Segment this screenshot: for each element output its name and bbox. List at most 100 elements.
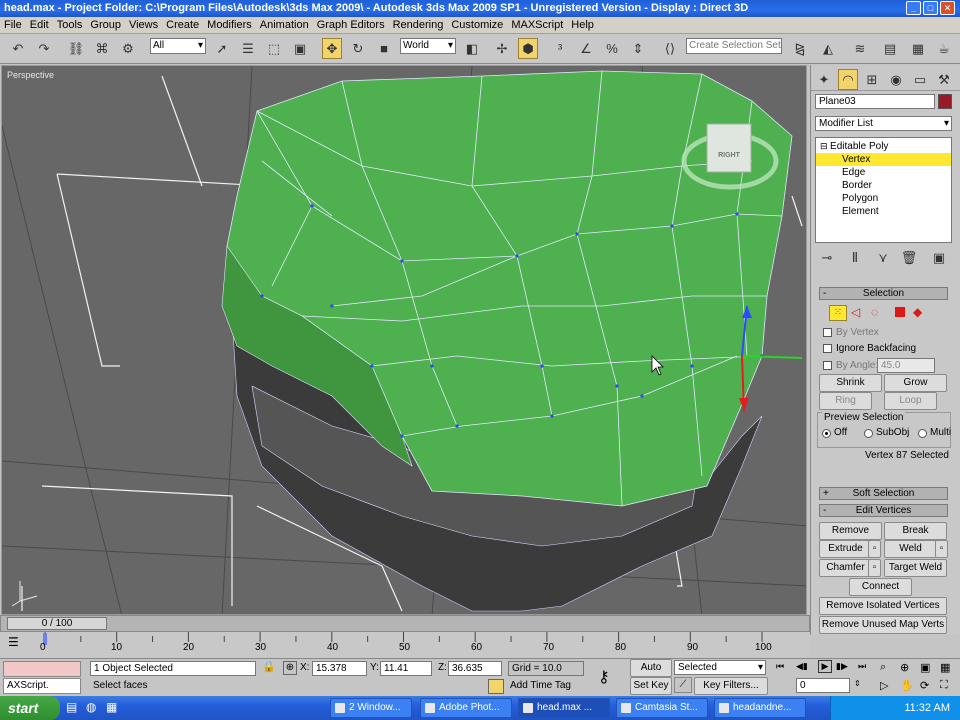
- utilities-tab-icon[interactable]: ⚒: [934, 69, 954, 90]
- time-slider-thumb[interactable]: 0 / 100: [7, 617, 107, 630]
- start-button[interactable]: start: [0, 696, 60, 720]
- go-to-start-icon[interactable]: ⏮: [776, 661, 784, 672]
- select-and-move-icon[interactable]: ✥: [322, 38, 342, 59]
- remove-unused-map-verts-button[interactable]: Remove Unused Map Verts: [819, 616, 947, 634]
- mini-curve-editor-icon[interactable]: ☰: [8, 635, 19, 649]
- frame-spinner-icon[interactable]: ⇕: [854, 679, 861, 688]
- window-crossing-icon[interactable]: ▣: [290, 38, 310, 59]
- object-name-field[interactable]: Plane03: [815, 94, 935, 109]
- stack-item-edge[interactable]: Edge: [816, 166, 951, 179]
- chamfer-button[interactable]: Chamfer: [819, 559, 872, 577]
- menu-file[interactable]: File: [0, 19, 26, 31]
- by-angle-spinner[interactable]: 45.0: [877, 358, 935, 373]
- spinner-snap-icon[interactable]: ⇕: [628, 38, 648, 59]
- shrink-button[interactable]: Shrink: [819, 374, 882, 392]
- reference-coordinate-dropdown[interactable]: World ▾: [400, 38, 456, 54]
- menu-help[interactable]: Help: [567, 19, 598, 31]
- maxscript-listener-mini[interactable]: [3, 661, 81, 677]
- taskbar-item-photoshop[interactable]: Adobe Phot...: [420, 698, 512, 718]
- minimize-button[interactable]: _: [906, 1, 921, 15]
- grow-button[interactable]: Grow: [884, 374, 947, 392]
- selection-rollout-header[interactable]: - Selection: [819, 287, 948, 300]
- quick-launch-browser-icon[interactable]: ◍: [86, 700, 96, 714]
- element-mode-icon[interactable]: ◆: [913, 305, 922, 319]
- stack-item-vertex[interactable]: Vertex: [816, 153, 951, 166]
- maximize-button[interactable]: □: [923, 1, 938, 15]
- material-editor-icon[interactable]: ▦: [908, 38, 928, 59]
- selection-filter-dropdown[interactable]: All ▾: [150, 38, 206, 54]
- menu-views[interactable]: Views: [125, 19, 162, 31]
- hierarchy-tab-icon[interactable]: ⊞: [862, 69, 882, 90]
- perspective-viewport[interactable]: Perspective RIGHT: [1, 65, 807, 615]
- modifier-stack[interactable]: ⊟ Editable Poly Vertex Edge Border Polyg…: [815, 137, 952, 243]
- curve-editor-icon[interactable]: ▤: [880, 38, 900, 59]
- key-mode-dropdown[interactable]: Selected ▾: [674, 660, 766, 675]
- object-color-swatch[interactable]: [938, 94, 952, 109]
- border-mode-icon[interactable]: ◌: [871, 305, 878, 319]
- select-and-scale-icon[interactable]: ■: [374, 38, 394, 59]
- motion-tab-icon[interactable]: ◉: [886, 69, 906, 90]
- align-icon[interactable]: ◭: [818, 38, 838, 59]
- viewport-label[interactable]: Perspective: [7, 70, 54, 80]
- orbit-icon[interactable]: ⟳: [920, 679, 929, 692]
- menu-animation[interactable]: Animation: [256, 19, 313, 31]
- mirror-icon[interactable]: ⧎: [790, 38, 810, 59]
- soft-selection-rollout-header[interactable]: + Soft Selection: [819, 487, 948, 500]
- snaps-toggle-icon[interactable]: ³: [550, 38, 570, 59]
- track-bar[interactable]: 0 10 20 30 40 50 60 70 80 90 100: [0, 632, 810, 657]
- rectangular-selection-icon[interactable]: ⬚: [264, 38, 284, 59]
- connect-button[interactable]: Connect: [849, 578, 912, 596]
- default-in-out-tangent-icon[interactable]: ⟋: [674, 677, 692, 693]
- zoom-icon[interactable]: ⌕: [880, 661, 886, 674]
- menu-customize[interactable]: Customize: [447, 19, 507, 31]
- menu-modifiers[interactable]: Modifiers: [203, 19, 256, 31]
- render-icon[interactable]: ☕: [934, 38, 954, 59]
- pivot-center-icon[interactable]: ◧: [462, 38, 482, 59]
- current-frame-field[interactable]: 0: [796, 678, 850, 693]
- create-tab-icon[interactable]: ✦: [814, 69, 834, 90]
- menu-rendering[interactable]: Rendering: [389, 19, 448, 31]
- modifier-list-dropdown[interactable]: Modifier List ▾: [815, 116, 952, 131]
- time-slider-track[interactable]: 0 / 100: [0, 615, 810, 632]
- key-filters-button[interactable]: Key Filters...: [694, 677, 768, 695]
- polygon-mode-icon[interactable]: [895, 307, 905, 317]
- maximize-viewport-icon[interactable]: ⛶: [940, 679, 948, 692]
- quick-launch-explorer-icon[interactable]: ▦: [106, 700, 117, 714]
- target-weld-button[interactable]: Target Weld: [884, 559, 947, 577]
- redo-icon[interactable]: ↷: [34, 38, 54, 59]
- weld-button[interactable]: Weld: [884, 540, 937, 558]
- show-desktop-icon[interactable]: ▤: [66, 700, 77, 714]
- ignore-backfacing-checkbox[interactable]: [823, 344, 832, 353]
- menu-graph-editors[interactable]: Graph Editors: [313, 19, 389, 31]
- absolute-mode-icon[interactable]: ⊕: [283, 661, 297, 675]
- zoom-extents-all-icon[interactable]: ▦: [940, 661, 950, 674]
- zoom-extents-icon[interactable]: ▣: [920, 661, 930, 674]
- break-button[interactable]: Break: [884, 522, 947, 540]
- edge-mode-icon[interactable]: ◁: [851, 305, 860, 319]
- field-of-view-icon[interactable]: ▷: [880, 679, 888, 692]
- keyboard-shortcut-override-icon[interactable]: ⬢: [518, 38, 538, 59]
- preview-multi-radio[interactable]: [918, 429, 927, 438]
- pin-stack-icon[interactable]: ⊸: [817, 247, 837, 268]
- previous-frame-icon[interactable]: ◀▮: [796, 661, 808, 672]
- percent-snap-icon[interactable]: %: [602, 38, 622, 59]
- preview-subobj-radio[interactable]: [864, 429, 873, 438]
- taskbar-item-3dsmax[interactable]: head.max ...: [518, 698, 610, 718]
- ring-button[interactable]: Ring: [819, 392, 872, 410]
- link-icon[interactable]: ⛓: [66, 38, 86, 59]
- bind-space-warp-icon[interactable]: ⚙: [118, 38, 138, 59]
- remove-button[interactable]: Remove: [819, 522, 882, 540]
- taskbar-item-camtasia[interactable]: Camtasia St...: [616, 698, 708, 718]
- menu-edit[interactable]: Edit: [26, 19, 53, 31]
- z-coordinate-field[interactable]: 36.635: [448, 661, 502, 676]
- zoom-all-icon[interactable]: ⊕: [900, 661, 909, 674]
- menu-group[interactable]: Group: [86, 19, 125, 31]
- set-key-button[interactable]: Set Key: [630, 677, 672, 695]
- go-to-end-icon[interactable]: ⏭: [858, 661, 866, 672]
- add-time-tag-label[interactable]: Add Time Tag: [510, 680, 571, 691]
- stack-item-element[interactable]: Element: [816, 205, 951, 218]
- menu-create[interactable]: Create: [162, 19, 203, 31]
- show-end-result-icon[interactable]: Ⅱ: [845, 247, 865, 268]
- remove-modifier-icon[interactable]: 🗑: [899, 247, 919, 268]
- layer-manager-icon[interactable]: ≋: [850, 38, 870, 59]
